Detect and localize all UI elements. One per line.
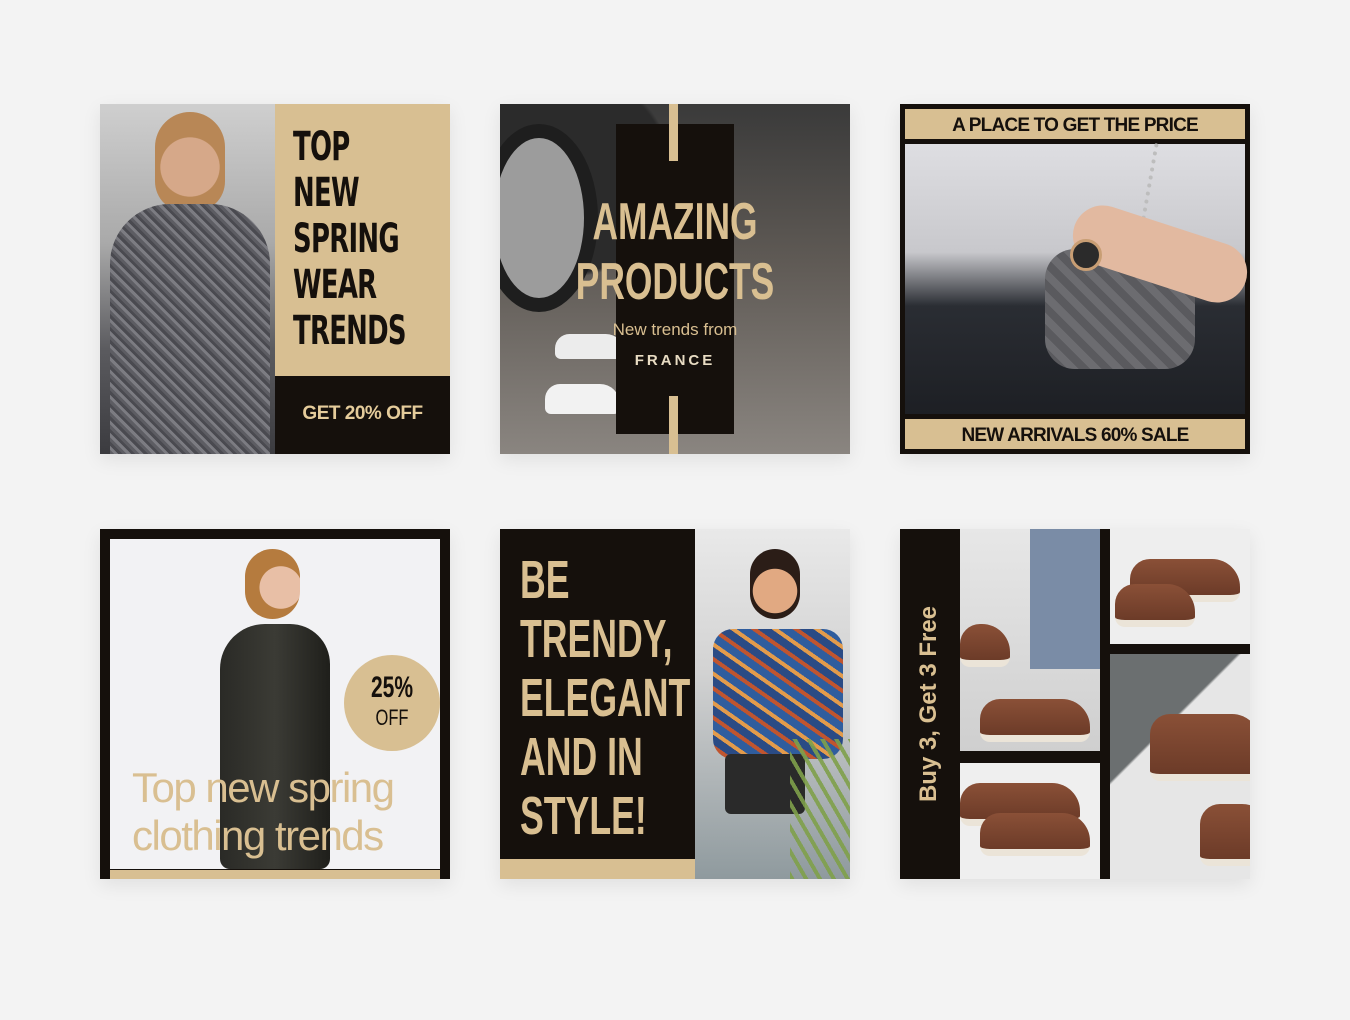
card-title: TOP NEW SPRING WEAR TRENDS	[293, 124, 407, 354]
card-headline: Top new spring clothing trends	[132, 764, 395, 859]
promo-card-be-trendy[interactable]: BE TRENDY, ELEGANT AND IN STYLE!	[500, 529, 850, 879]
cta-bar[interactable]: GET 20% OFF	[275, 376, 450, 454]
card-location: FRANCE	[634, 352, 716, 369]
bottom-accent	[110, 870, 440, 879]
handbag-watch-photo	[905, 143, 1250, 414]
promo-card-25-off[interactable]: 25% OFF Top new spring clothing trends	[100, 529, 450, 879]
divider-bottom	[669, 396, 678, 454]
promo-card-new-arrivals[interactable]: A PLACE TO GET THE PRICE NEW ARRIVALS 60…	[900, 104, 1250, 454]
shoe-photo-closeup	[1110, 654, 1250, 879]
top-band-text: A PLACE TO GET THE PRICE	[952, 115, 1199, 136]
shoe-photo-pair-bottom	[960, 763, 1100, 879]
bottom-accent	[500, 859, 695, 879]
promo-card-amazing-products[interactable]: AMAZING PRODUCTS New trends from FRANCE	[500, 104, 850, 454]
bottom-band: NEW ARRIVALS 60% SALE	[905, 419, 1245, 449]
bottom-band-text: NEW ARRIVALS 60% SALE	[961, 425, 1189, 446]
top-band: A PLACE TO GET THE PRICE	[905, 109, 1245, 139]
watch-icon	[1070, 239, 1102, 271]
promo-card-spring-trends[interactable]: TOP NEW SPRING WEAR TRENDS GET 20% OFF	[100, 104, 450, 454]
model-photo-sweater	[100, 104, 275, 454]
model-photo-blouse	[695, 529, 850, 879]
discount-percent: 25%	[370, 671, 414, 704]
shoe-photo-pair-top	[1110, 529, 1250, 644]
card-inner-frame: 25% OFF Top new spring clothing trends	[110, 539, 440, 869]
card-subtitle: New trends from	[612, 320, 738, 339]
card-title: BE TRENDY, ELEGANT AND IN STYLE!	[520, 550, 691, 846]
promo-card-buy-3-get-3[interactable]: Buy 3, Get 3 Free	[900, 529, 1250, 879]
discount-badge: 25% OFF	[344, 655, 440, 751]
divider-top	[669, 104, 678, 161]
discount-label: OFF	[375, 705, 409, 730]
vertical-offer-text: Buy 3, Get 3 Free	[915, 605, 942, 803]
card-title: AMAZING PRODUCTS	[575, 193, 775, 311]
cta-text: GET 20% OFF	[302, 403, 423, 424]
vertical-band: Buy 3, Get 3 Free	[900, 529, 958, 879]
shoe-photo-stairs	[960, 529, 1100, 751]
